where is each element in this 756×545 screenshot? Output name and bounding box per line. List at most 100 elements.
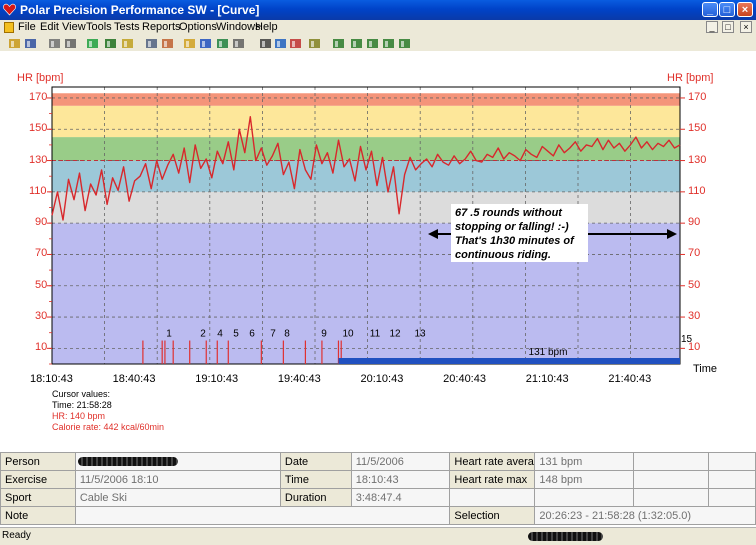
empty-cell [449, 488, 536, 507]
cursor-calorie: Calorie rate: 442 kcal/60min [52, 422, 165, 432]
heart-icon [3, 3, 16, 16]
table-row: Exercise 11/5/2006 18:10 Time 18:10:43 H… [0, 470, 756, 489]
sport-value[interactable]: Cable Ski [74, 488, 281, 507]
cursor-hr: HR: 140 bpm [52, 411, 106, 421]
print-icon[interactable] [48, 37, 61, 49]
x-tick-label: 21:40:43 [608, 373, 652, 385]
title-bar: Polar Precision Performance SW - [Curve]… [0, 0, 756, 20]
status-bar: Ready [0, 527, 756, 545]
lap-number-label: 15 [681, 334, 693, 345]
date-value[interactable]: 11/5/2006 [350, 452, 451, 471]
selection-label: Selection [449, 506, 536, 525]
menu-tools[interactable]: Tools [86, 21, 112, 33]
annotation-line-4: continuous riding. [455, 249, 551, 261]
x-axis-label: Time [693, 363, 718, 375]
menu-help[interactable]: Help [255, 21, 278, 33]
hr-zone-band [52, 93, 680, 106]
hr-average-label: Heart rate averag [449, 452, 536, 471]
table-row: Note Selection 20:26:23 - 21:58:28 (1:32… [0, 506, 756, 525]
empty-cell [633, 470, 710, 489]
duration-value[interactable]: 3:48:47.4 [350, 488, 451, 507]
menu-edit[interactable]: Edit [40, 21, 59, 33]
save-icon[interactable] [24, 37, 37, 49]
selection-average-label: 131 bpm [529, 347, 568, 358]
lap-number-label: 11 [370, 329, 381, 340]
x-tick-label: 19:40:43 [277, 373, 321, 385]
status-text: Ready [2, 530, 31, 541]
lap-number-label: 13 [414, 329, 426, 340]
empty-cell [534, 488, 635, 507]
menu-bar: File Edit View Tools Tests Reports Optio… [0, 20, 756, 36]
mdi-maximize-button[interactable]: □ [722, 21, 734, 33]
selection-bar [338, 358, 680, 364]
exercise-value[interactable]: 11/5/2006 18:10 [74, 470, 281, 489]
chart-icon[interactable] [183, 37, 196, 49]
sport-label: Sport [0, 488, 76, 507]
x-tick-label: 18:40:43 [112, 373, 156, 385]
window-title: Polar Precision Performance SW - [Curve] [20, 3, 260, 17]
person-value[interactable] [74, 452, 281, 471]
menu-windows[interactable]: Windows [216, 21, 261, 33]
menu-tests[interactable]: Tests [114, 21, 140, 33]
chart-area: HR [bpm] HR [bpm] 10 10 30 30 50 50 70 70 90 90 11… [0, 51, 756, 432]
download-icon[interactable] [104, 37, 117, 49]
table-row: Person Date 11/5/2006 Heart rate averag … [0, 452, 756, 471]
menu-reports[interactable]: Reports [142, 21, 181, 33]
empty-cell [708, 470, 756, 489]
menu-view[interactable]: View [62, 21, 86, 33]
note-label: Note [0, 506, 76, 525]
maximize-button[interactable]: □ [719, 2, 735, 17]
lap-number-label: 4 [217, 329, 223, 340]
calendar-icon[interactable] [145, 37, 158, 49]
redacted-user [528, 532, 603, 541]
x-tick-label: 20:10:43 [360, 373, 404, 385]
table-icon[interactable] [216, 37, 229, 49]
person-label: Person [0, 452, 76, 471]
bar-chart-4-icon[interactable] [382, 37, 395, 49]
find-icon[interactable] [64, 37, 77, 49]
x-tick-label: 20:40:43 [443, 373, 486, 385]
document-icon[interactable] [4, 22, 14, 33]
date-label: Date [279, 452, 352, 471]
graph-icon[interactable] [199, 37, 212, 49]
close-button[interactable]: × [737, 2, 753, 17]
book-icon[interactable] [161, 37, 174, 49]
report-icon[interactable] [308, 37, 321, 49]
lap-number-label: 7 [270, 329, 276, 340]
lap-number-label: 1 [166, 329, 172, 340]
lap-number-label: 5 [233, 329, 239, 340]
menu-options[interactable]: Options [179, 21, 217, 33]
minimize-button[interactable]: _ [702, 2, 718, 17]
open-icon[interactable] [8, 37, 21, 49]
hr-average-value: 131 bpm [534, 452, 635, 471]
zoom-icon[interactable] [259, 37, 272, 49]
lap-number-label: 8 [284, 329, 290, 340]
annotation-line-3: That's 1h30 minutes of [455, 235, 574, 247]
bar-chart-5-icon[interactable] [398, 37, 411, 49]
hr-zone-band [52, 105, 680, 138]
list-icon[interactable] [232, 37, 245, 49]
bar-chart-1-icon[interactable] [332, 37, 345, 49]
hr-max-label: Heart rate max [449, 470, 536, 489]
exercise-label: Exercise [0, 470, 76, 489]
table-row: Sport Cable Ski Duration 3:48:47.4 [0, 488, 756, 507]
menu-file[interactable]: File [18, 21, 36, 33]
bar-chart-2-icon[interactable] [350, 37, 363, 49]
mdi-close-button[interactable]: × [740, 21, 752, 33]
time-value[interactable]: 18:10:43 [350, 470, 451, 489]
tools-icon[interactable] [121, 37, 134, 49]
time-label: Time [279, 470, 352, 489]
mdi-minimize-button[interactable]: _ [706, 21, 718, 33]
note-value[interactable] [74, 506, 451, 525]
refresh-icon[interactable] [86, 37, 99, 49]
x-tick-label: 18:10:43 [30, 373, 73, 385]
hr-zone-band [52, 137, 680, 161]
annotation-line-2: stopping or falling! :-) [455, 221, 569, 233]
toolbar [0, 36, 756, 51]
zoom-in-icon[interactable] [274, 37, 287, 49]
exercise-icon[interactable] [289, 37, 302, 49]
selection-value: 20:26:23 - 21:58:28 (1:32:05.0) [534, 506, 756, 525]
lap-number-label: 2 [200, 329, 206, 340]
bar-chart-3-icon[interactable] [366, 37, 379, 49]
empty-cell [633, 488, 710, 507]
